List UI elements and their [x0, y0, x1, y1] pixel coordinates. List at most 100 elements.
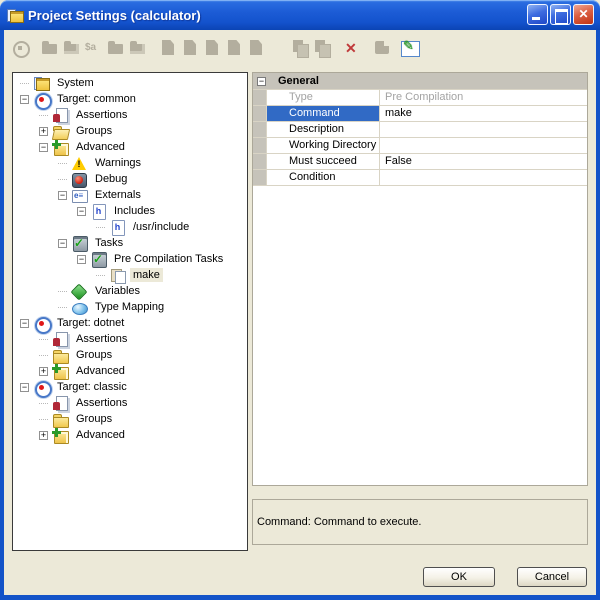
tree-item[interactable]: − Target: classic — [13, 379, 247, 395]
tree-item[interactable]: Type Mapping — [13, 299, 247, 315]
expander-icon[interactable]: + — [39, 127, 48, 136]
tree-item[interactable]: − Advanced — [13, 139, 247, 155]
property-row[interactable]: Command make — [253, 106, 587, 122]
variables-icon — [71, 284, 88, 299]
tree-item-label: Assertions — [73, 332, 130, 346]
tree-item-label: Pre Compilation Tasks — [111, 252, 226, 266]
expander-icon[interactable]: − — [77, 255, 86, 264]
expander-icon[interactable]: − — [77, 207, 86, 216]
tree-item[interactable]: /usr/include — [13, 219, 247, 235]
category-collapse-icon[interactable] — [257, 77, 266, 86]
expander-icon[interactable]: − — [58, 239, 67, 248]
window-frame-right — [596, 30, 600, 600]
tree-item-label: Debug — [92, 172, 130, 186]
property-rows: Type Pre Compilation Command make Descri… — [253, 90, 587, 186]
tree-item-label: Target: dotnet — [54, 316, 127, 330]
expander-icon — [96, 275, 105, 276]
property-value[interactable]: Pre Compilation — [379, 90, 587, 105]
window-icon — [7, 7, 23, 23]
assertions-icon — [52, 108, 69, 123]
h-file-icon — [90, 204, 107, 219]
tree-item[interactable]: Debug — [13, 171, 247, 187]
tasks-icon — [71, 236, 88, 251]
assertions-icon — [52, 332, 69, 347]
add-warning-button — [158, 38, 178, 58]
tree-item-label: Advanced — [73, 364, 128, 378]
tree-item[interactable]: − Target: dotnet — [13, 315, 247, 331]
ok-button[interactable]: OK — [423, 567, 495, 587]
tree-item[interactable]: Assertions — [13, 395, 247, 411]
warning-icon — [71, 156, 88, 171]
titlebar[interactable]: Project Settings (calculator) — [0, 0, 600, 30]
property-name[interactable]: Command — [267, 106, 379, 121]
tree-item-label: make — [130, 268, 163, 282]
tree-item-label: Target: common — [54, 92, 139, 106]
tree-item[interactable]: − Includes — [13, 203, 247, 219]
folder-icon — [52, 348, 69, 363]
tree-item[interactable]: − Pre Compilation Tasks — [13, 251, 247, 267]
tree-item-label: Variables — [92, 284, 143, 298]
close-button[interactable] — [573, 4, 594, 25]
tree-item[interactable]: − Tasks — [13, 235, 247, 251]
property-row[interactable]: Type Pre Compilation — [253, 90, 587, 106]
minimize-button[interactable] — [527, 4, 548, 25]
property-row[interactable]: Working Directory — [253, 138, 587, 154]
expander-icon[interactable]: − — [20, 383, 29, 392]
tree-item[interactable]: System — [13, 75, 247, 91]
property-grid-category-row[interactable]: General — [253, 73, 587, 90]
property-value[interactable] — [379, 138, 587, 153]
property-row[interactable]: Description — [253, 122, 587, 138]
property-row[interactable]: Condition — [253, 170, 587, 186]
delete-button[interactable] — [342, 38, 362, 58]
expander-icon[interactable]: − — [20, 95, 29, 104]
edit-button[interactable] — [400, 38, 420, 58]
property-name[interactable]: Type — [267, 90, 379, 105]
tree-item[interactable]: Warnings — [13, 155, 247, 171]
tree-item-label: Includes — [111, 204, 158, 218]
cancel-button[interactable]: Cancel — [517, 567, 587, 587]
expander-icon[interactable]: − — [58, 191, 67, 200]
property-row-gutter — [253, 90, 267, 105]
property-grid-empty-area — [253, 186, 587, 485]
property-value[interactable]: False — [379, 154, 587, 169]
expander-icon[interactable]: − — [20, 319, 29, 328]
tree-item[interactable]: make — [13, 267, 247, 283]
expander-icon[interactable]: + — [39, 431, 48, 440]
property-row[interactable]: Must succeed False — [253, 154, 587, 170]
expander-icon[interactable]: + — [39, 367, 48, 376]
tree-item-label: System — [54, 76, 97, 90]
tree-item[interactable]: Groups — [13, 347, 247, 363]
folder-plus-icon — [52, 140, 69, 155]
property-value[interactable] — [379, 170, 587, 185]
tree-item-label: Advanced — [73, 428, 128, 442]
property-value[interactable] — [379, 122, 587, 137]
property-name[interactable]: Working Directory — [267, 138, 379, 153]
window-title: Project Settings (calculator) — [28, 8, 201, 23]
expander-icon — [58, 163, 67, 164]
folder-open-icon — [52, 124, 69, 139]
maximize-button[interactable] — [550, 4, 571, 25]
tree-item[interactable]: + Advanced — [13, 363, 247, 379]
tree-item[interactable]: + Groups — [13, 123, 247, 139]
tree-item[interactable]: Assertions — [13, 331, 247, 347]
tree-item[interactable]: − Target: common — [13, 91, 247, 107]
tree-item-label: Assertions — [73, 108, 130, 122]
tree-item[interactable]: Variables — [13, 283, 247, 299]
settings-tree: System − Target: common Assertions + Gro… — [12, 72, 248, 551]
add-target-button — [40, 38, 60, 58]
tree-item[interactable]: Assertions — [13, 107, 247, 123]
folder-icon — [52, 412, 69, 427]
expander-icon[interactable]: − — [39, 143, 48, 152]
tree-item[interactable]: − Externals — [13, 187, 247, 203]
add-variable-button — [246, 38, 266, 58]
property-name[interactable]: Condition — [267, 170, 379, 185]
property-name[interactable]: Description — [267, 122, 379, 137]
property-name[interactable]: Must succeed — [267, 154, 379, 169]
property-row-gutter — [253, 106, 267, 121]
rename-button — [84, 38, 104, 58]
add-task-button — [224, 38, 244, 58]
tree-item[interactable]: Groups — [13, 411, 247, 427]
property-value[interactable]: make — [379, 106, 587, 121]
tree-item[interactable]: + Advanced — [13, 427, 247, 443]
expander-icon — [39, 115, 48, 116]
